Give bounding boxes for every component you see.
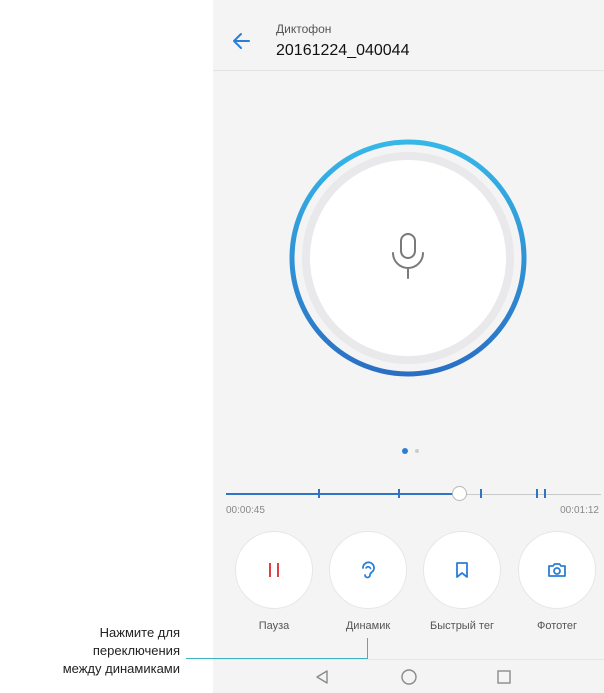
- tag-marker: [398, 489, 400, 498]
- elapsed-time: 00:00:45: [226, 505, 265, 516]
- bookmark-icon: [456, 562, 468, 578]
- speaker-callout: Нажмите для переключения между динамикам…: [4, 624, 180, 678]
- callout-leader-line-vertical: [367, 638, 368, 659]
- recording-timeline[interactable]: [226, 484, 601, 508]
- quick-tag-label: Быстрый тег: [430, 620, 494, 632]
- camera-icon: [548, 563, 566, 577]
- timeline-progress: [226, 493, 460, 495]
- system-navigation-bar: [213, 659, 604, 693]
- total-time: 00:01:12: [560, 505, 599, 516]
- ear-icon: [362, 561, 375, 579]
- speaker-toggle-button[interactable]: Динамик: [325, 531, 411, 641]
- quick-tag-button[interactable]: Быстрый тег: [419, 531, 505, 641]
- screen: Диктофон 20161224_040044 00:00:45 00:01:…: [0, 0, 604, 693]
- recording-dial: [288, 138, 528, 378]
- photo-tag-label: Фототег: [536, 620, 578, 632]
- nav-recents-button[interactable]: [495, 668, 513, 686]
- arrow-left-icon: [233, 33, 250, 49]
- title-bar: Диктофон 20161224_040044: [213, 0, 604, 71]
- recording-file-name: 20161224_040044: [276, 42, 410, 59]
- callout-line-1: Нажмите для: [99, 625, 180, 640]
- pause-icon: [269, 563, 279, 577]
- quick-tag-button-circle: [423, 531, 501, 609]
- nav-home-button[interactable]: [400, 668, 418, 686]
- nav-home-icon: [401, 669, 417, 685]
- tag-marker: [480, 489, 482, 498]
- photo-tag-button-circle: [518, 531, 596, 609]
- speaker-button-circle: [329, 531, 407, 609]
- nav-back-icon: [316, 670, 328, 684]
- tag-marker: [544, 489, 546, 498]
- page-dot: [415, 449, 419, 453]
- pause-button[interactable]: Пауза: [231, 531, 317, 641]
- recording-ring: [289, 139, 527, 377]
- app-name: Диктофон: [276, 22, 332, 36]
- back-button[interactable]: [229, 28, 255, 54]
- callout-line-3: между динамиками: [62, 661, 180, 676]
- photo-tag-button[interactable]: Фототег: [514, 531, 600, 641]
- pause-button-circle: [235, 531, 313, 609]
- page-dot-active: [402, 448, 408, 454]
- tag-marker: [536, 489, 538, 498]
- nav-recents-icon: [497, 670, 511, 684]
- callout-line-2: переключения: [92, 643, 180, 658]
- phone-screen: Диктофон 20161224_040044 00:00:45 00:01:…: [213, 0, 604, 693]
- timeline-handle[interactable]: [452, 486, 467, 501]
- callout-leader-line: [186, 658, 368, 659]
- nav-back-button[interactable]: [313, 668, 331, 686]
- tag-marker: [318, 489, 320, 498]
